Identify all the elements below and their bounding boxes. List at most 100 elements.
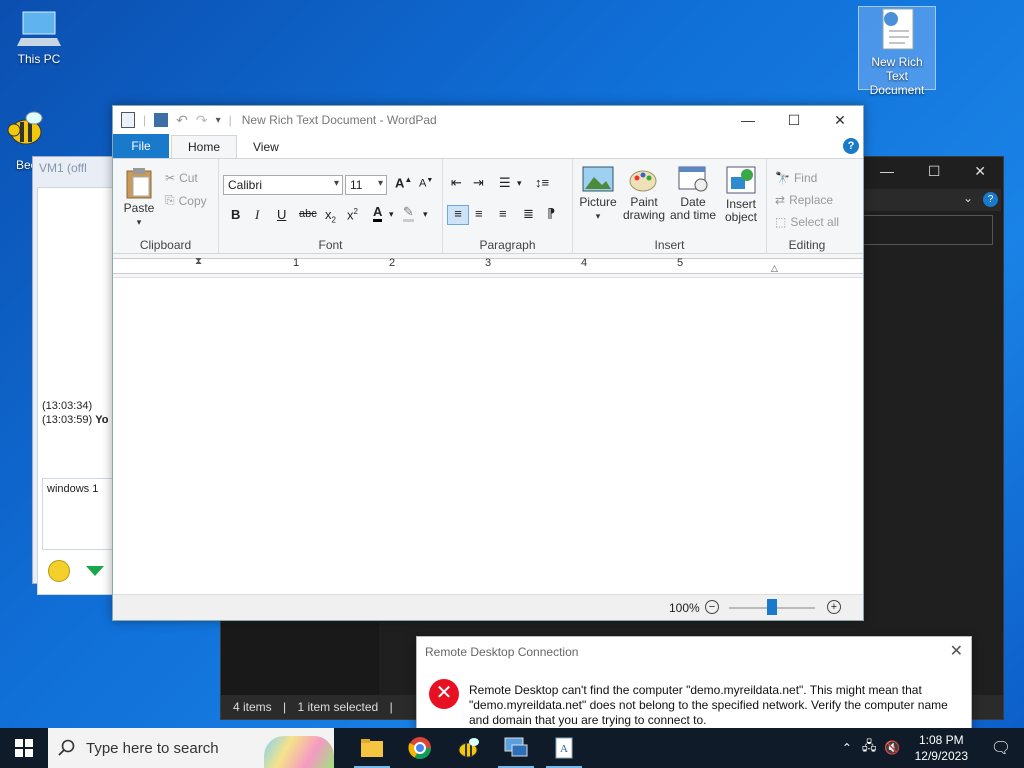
align-left-icon[interactable]: ≡ xyxy=(447,205,469,225)
chat-line: (13:03:34) xyxy=(42,400,93,412)
bullet-list-dropdown-icon[interactable]: ▾ xyxy=(517,178,522,189)
paste-button[interactable]: Paste ▾ xyxy=(121,167,157,229)
grow-font-icon[interactable]: A▲ xyxy=(395,175,412,190)
align-right-icon[interactable]: ≡ xyxy=(499,206,507,221)
taskbar-remote-desktop[interactable] xyxy=(492,728,540,768)
redo-icon[interactable]: ↷ xyxy=(196,112,208,129)
font-size-select[interactable]: 11 xyxy=(345,175,387,195)
taskbar-bee-app[interactable] xyxy=(444,728,492,768)
wordpad-title: New Rich Text Document - WordPad xyxy=(241,113,437,127)
italic-icon[interactable]: I xyxy=(255,207,259,223)
find-button[interactable]: 🔭 Find xyxy=(775,171,817,185)
rich-text-doc-label: New Rich Text Document xyxy=(869,55,925,97)
copy-button[interactable]: ⎘ Copy xyxy=(165,193,207,208)
date-time-button[interactable]: Date and time xyxy=(669,165,717,222)
wordpad-app-icon[interactable] xyxy=(121,112,135,128)
justify-icon[interactable]: ≣ xyxy=(523,206,534,222)
subscript-icon[interactable]: x2 xyxy=(325,207,336,225)
clipboard-icon xyxy=(126,168,152,199)
select-all-button[interactable]: ⬚ Select all xyxy=(775,215,839,229)
tab-home[interactable]: Home xyxy=(171,135,238,158)
clock[interactable]: 1:08 PM 12/9/2023 xyxy=(915,732,968,764)
explorer-ribbon-toggle: ⌄ ? xyxy=(861,189,1001,211)
dialog-message: Remote Desktop can't find the computer "… xyxy=(469,683,948,727)
save-icon[interactable] xyxy=(154,113,169,127)
zoom-in-icon[interactable]: + xyxy=(827,600,841,614)
wordpad-window[interactable]: | ↶ ↷ ▾ | New Rich Text Document - WordP… xyxy=(112,105,864,621)
zoom-slider-thumb[interactable] xyxy=(767,599,777,615)
taskbar-file-explorer[interactable] xyxy=(348,728,396,768)
chevron-down-icon[interactable]: ⌄ xyxy=(963,191,973,205)
undo-icon[interactable]: ↶ xyxy=(176,112,188,129)
insert-group: Picture ▾ Paint drawing Date and time Ins… xyxy=(573,159,767,255)
document-area[interactable] xyxy=(113,282,863,596)
decrease-indent-icon[interactable]: ⇤ xyxy=(451,175,462,191)
maximize-icon[interactable]: ☐ xyxy=(928,163,941,180)
editing-group-label: Editing xyxy=(788,238,826,252)
show-hidden-icons-icon[interactable]: ⌃ xyxy=(842,741,852,755)
superscript-icon[interactable]: x2 xyxy=(347,207,358,222)
paragraph-settings-icon[interactable]: ⁋ xyxy=(547,206,555,222)
computer-icon xyxy=(17,11,61,46)
increase-indent-icon[interactable]: ⇥ xyxy=(473,175,484,191)
zoom-level: 100% xyxy=(669,601,700,615)
copy-icon: ⎘ xyxy=(165,193,175,207)
wordpad-window-controls: — ☐ ✕ xyxy=(725,106,863,134)
help-icon[interactable]: ? xyxy=(983,192,998,207)
strikethrough-icon[interactable]: abc xyxy=(299,208,317,220)
underline-icon[interactable]: U xyxy=(277,207,286,222)
taskbar-search[interactable]: Type here to search xyxy=(48,728,334,768)
insert-group-label: Insert xyxy=(654,238,685,252)
smiley-icon[interactable] xyxy=(48,560,70,582)
taskbar-chrome[interactable] xyxy=(396,728,444,768)
send-arrow-icon[interactable] xyxy=(86,566,104,576)
ruler[interactable]: 1 2 3 4 5 ⧗ △ xyxy=(113,254,863,278)
minimize-icon[interactable]: — xyxy=(880,163,894,179)
clipboard-group-label: Clipboard xyxy=(139,238,192,252)
remote-desktop-dialog[interactable]: Remote Desktop Connection ✕ ✕ Remote Des… xyxy=(416,636,972,732)
this-pc-icon[interactable]: This PC xyxy=(0,10,78,66)
font-color-dropdown-icon[interactable]: ▾ xyxy=(389,209,394,220)
start-button[interactable] xyxy=(0,728,48,768)
quick-access-toolbar: | ↶ ↷ ▾ | xyxy=(121,112,232,129)
editing-group: 🔭 Find ⇄ Replace ⬚ Select all Editing xyxy=(767,159,847,255)
insert-picture-button[interactable]: Picture ▾ xyxy=(577,165,619,223)
line-spacing-icon[interactable]: ↕≡ xyxy=(535,175,549,190)
bold-icon[interactable]: B xyxy=(231,207,240,222)
explorer-search-box[interactable] xyxy=(861,215,993,245)
shrink-font-icon[interactable]: A▼ xyxy=(419,177,433,190)
tab-file[interactable]: File xyxy=(113,134,169,158)
paint-drawing-button[interactable]: Paint drawing xyxy=(621,165,667,222)
font-color-icon[interactable]: A xyxy=(373,205,383,222)
zoom-out-icon[interactable]: − xyxy=(705,600,719,614)
left-indent-marker[interactable]: ⧗ xyxy=(195,256,202,267)
close-icon[interactable]: ✕ xyxy=(817,106,863,134)
close-icon[interactable]: ✕ xyxy=(974,163,986,180)
network-icon[interactable]: 🖧 xyxy=(862,737,877,759)
insert-object-button[interactable]: Insert object xyxy=(719,165,763,224)
chat-window[interactable]: VM1 (offl (13:03:34) (13:03:59) Yo windo… xyxy=(32,156,126,595)
bee-app-icon[interactable]: Bee xyxy=(0,108,43,172)
replace-button[interactable]: ⇄ Replace xyxy=(775,193,833,207)
maximize-icon[interactable]: ☐ xyxy=(771,106,817,134)
notification-center-icon[interactable]: 🗨 xyxy=(978,728,1024,768)
right-indent-marker[interactable]: △ xyxy=(771,263,778,274)
cut-button[interactable]: ✂ Cut xyxy=(165,171,198,185)
object-icon xyxy=(726,166,756,194)
minimize-icon[interactable]: — xyxy=(725,106,771,134)
rich-text-doc-icon[interactable]: New Rich Text Document xyxy=(858,6,936,97)
highlight-dropdown-icon[interactable]: ▾ xyxy=(423,209,428,220)
clipboard-group: Paste ▾ ✂ Cut ⎘ Copy Clipboard xyxy=(113,159,219,255)
bullet-list-icon[interactable]: ☰ xyxy=(499,175,511,191)
select-all-icon: ⬚ xyxy=(775,215,787,229)
customize-qat-icon[interactable]: ▾ xyxy=(216,115,221,126)
highlight-color-icon[interactable]: ✎ xyxy=(403,205,414,222)
volume-muted-icon[interactable]: 🔇 xyxy=(884,740,900,756)
help-icon[interactable]: ? xyxy=(843,138,859,154)
explorer-nav-pane xyxy=(221,623,379,697)
tab-view[interactable]: View xyxy=(237,136,295,158)
close-icon[interactable]: ✕ xyxy=(950,641,963,661)
font-family-select[interactable]: Calibri xyxy=(223,175,343,195)
taskbar-wordpad[interactable]: A xyxy=(540,728,588,768)
align-center-icon[interactable]: ≡ xyxy=(475,206,483,221)
